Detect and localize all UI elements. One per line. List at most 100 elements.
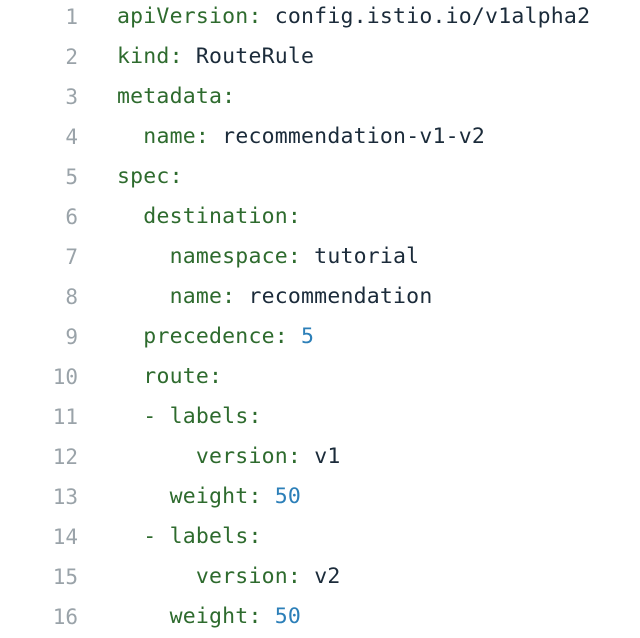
code-line: 5 spec:: [0, 157, 640, 197]
code-line: 8 name: recommendation: [0, 277, 640, 317]
yaml-key: labels: [169, 524, 249, 549]
code-line: 10 route:: [0, 357, 640, 397]
yaml-colon: :: [287, 444, 315, 469]
line-number: 2: [65, 45, 78, 69]
yaml-colon: :: [169, 164, 183, 189]
line-content: kind: RouteRule: [117, 37, 314, 77]
yaml-key: weight: [169, 484, 249, 509]
yaml-key: labels: [169, 404, 249, 429]
yaml-key: weight: [169, 604, 249, 629]
yaml-key: precedence: [143, 324, 275, 349]
line-number: 3: [65, 85, 78, 109]
code-line: 7 namespace: tutorial: [0, 237, 640, 277]
code-line: 9 precedence: 5: [0, 317, 640, 357]
yaml-value: tutorial: [314, 244, 420, 269]
line-content: namespace: tutorial: [117, 237, 420, 277]
yaml-colon: :: [248, 484, 275, 509]
yaml-colon: :: [209, 364, 223, 389]
line-number: 1: [65, 5, 78, 29]
yaml-key: namespace: [169, 244, 288, 269]
line-number: 10: [52, 365, 78, 389]
yaml-key: route: [143, 364, 210, 389]
yaml-key: version: [195, 564, 288, 589]
line-content: metadata:: [117, 77, 235, 117]
line-content: apiVersion: config.istio.io/v1alpha2: [117, 0, 590, 37]
yaml-value: RouteRule: [195, 44, 315, 69]
line-content: version: v2: [117, 557, 340, 597]
code-line: 15 version: v2: [0, 557, 640, 597]
yaml-value: 50: [274, 484, 302, 509]
line-number: 8: [65, 285, 78, 309]
yaml-value: v2: [314, 564, 341, 589]
yaml-colon: :: [274, 324, 302, 349]
line-content: weight: 50: [117, 477, 301, 517]
line-number: 9: [65, 325, 78, 349]
yaml-key: name: [169, 284, 223, 309]
line-number: 12: [52, 445, 78, 469]
line-content: name: recommendation-v1-v2: [117, 117, 485, 157]
line-content: - labels:: [117, 517, 262, 557]
line-number: 15: [52, 565, 78, 589]
yaml-colon: :: [287, 564, 315, 589]
line-content: - labels:: [117, 397, 262, 437]
line-content: name: recommendation: [117, 277, 433, 317]
code-line: 2 kind: RouteRule: [0, 37, 640, 77]
code-line: 3 metadata:: [0, 77, 640, 117]
line-content: spec:: [117, 157, 183, 197]
yaml-colon: :: [287, 204, 302, 229]
yaml-colon: :: [195, 124, 223, 149]
yaml-key: metadata: [117, 84, 223, 109]
code-view: 1 apiVersion: config.istio.io/v1alpha2 2 ki…: [0, 0, 640, 638]
yaml-colon: :: [248, 604, 275, 629]
yaml-colon: :: [222, 284, 249, 309]
yaml-key: destination: [143, 204, 288, 229]
line-content: version: v1: [117, 437, 340, 477]
yaml-key: version: [195, 444, 288, 469]
yaml-key: spec: [117, 164, 170, 189]
list-dash: -: [143, 524, 170, 549]
code-line: 6 destination:: [0, 197, 640, 237]
code-line: 4 name: recommendation-v1-v2: [0, 117, 640, 157]
yaml-colon: :: [248, 524, 262, 549]
line-number: 13: [52, 485, 78, 509]
yaml-colon: :: [169, 44, 196, 69]
line-number: 14: [52, 525, 78, 549]
yaml-colon: :: [222, 84, 236, 109]
yaml-value: recommendation: [248, 284, 433, 309]
yaml-value: 5: [301, 324, 315, 349]
line-number: 11: [52, 405, 78, 429]
line-content: precedence: 5: [117, 317, 314, 357]
yaml-value: recommendation-v1-v2: [222, 124, 486, 149]
code-line: 11 - labels:: [0, 397, 640, 437]
line-content: destination:: [117, 197, 301, 237]
line-content: weight: 50: [117, 597, 301, 637]
yaml-value: 50: [274, 604, 302, 629]
yaml-colon: :: [248, 4, 275, 29]
line-number: 6: [65, 205, 78, 229]
line-number: 4: [65, 125, 78, 149]
line-number: 7: [65, 245, 78, 269]
yaml-value: config.istio.io/v1alpha2: [274, 4, 591, 29]
code-line: 16 weight: 50: [0, 597, 640, 637]
yaml-key: name: [143, 124, 196, 149]
yaml-colon: :: [287, 244, 315, 269]
code-line: 13 weight: 50: [0, 477, 640, 517]
line-number: 16: [52, 605, 78, 629]
line-content: route:: [117, 357, 222, 397]
code-line: 1 apiVersion: config.istio.io/v1alpha2: [0, 0, 640, 37]
yaml-key: kind: [117, 44, 170, 69]
list-dash: -: [143, 404, 170, 429]
code-line: 12 version: v1: [0, 437, 640, 477]
code-line: 14 - labels:: [0, 517, 640, 557]
